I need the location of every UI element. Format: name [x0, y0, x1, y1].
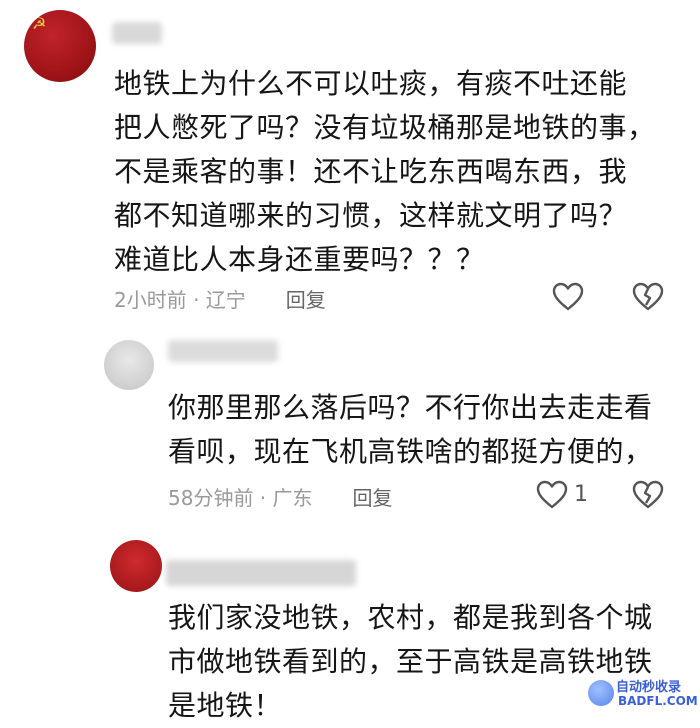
main-comment-text: 地铁上为什么不可以吐痰，有痰不吐还能 把人憋死了吗？没有垃圾桶那是地铁的事， 不… — [114, 67, 656, 276]
reply1-text: 你那里那么落后吗？不行你出去走走看 看呗，现在飞机高铁啥的都挺方便的， — [168, 391, 653, 468]
reply1-avatar[interactable] — [104, 340, 154, 390]
reply2-username-blurred — [166, 560, 356, 586]
main-comment-time-location: 2小时前 · 辽宁 — [114, 288, 246, 312]
heart-outline-icon[interactable] — [552, 282, 584, 312]
main-comment-reply-button[interactable]: 回复 — [286, 284, 326, 313]
heart-outline-icon[interactable] — [536, 480, 568, 510]
main-comment-username-blurred — [112, 22, 162, 44]
watermark-line2: BADFL.COM — [618, 694, 698, 708]
main-comment-meta: 2小时前 · 辽宁 回复 — [114, 284, 326, 313]
watermark-line1: 自动秒收录 — [616, 680, 682, 695]
main-comment-avatar[interactable]: ☭ — [24, 10, 96, 82]
reply1-username-blurred — [168, 340, 278, 362]
reply1-meta: 58分钟前 · 广东 回复 — [168, 482, 393, 511]
emblem-icon: ☭ — [32, 14, 47, 33]
reply1-reply-button[interactable]: 回复 — [353, 482, 393, 511]
reply1-time-location: 58分钟前 · 广东 — [168, 486, 313, 510]
broken-heart-icon[interactable] — [632, 282, 664, 312]
watermark-logo: 自动秒收录 BADFL.COM — [588, 674, 698, 714]
reply1-like-count: 1 — [574, 482, 588, 507]
watermark-bubble-icon — [588, 680, 614, 706]
broken-heart-icon[interactable] — [632, 480, 664, 510]
reply2-avatar[interactable] — [110, 540, 162, 592]
